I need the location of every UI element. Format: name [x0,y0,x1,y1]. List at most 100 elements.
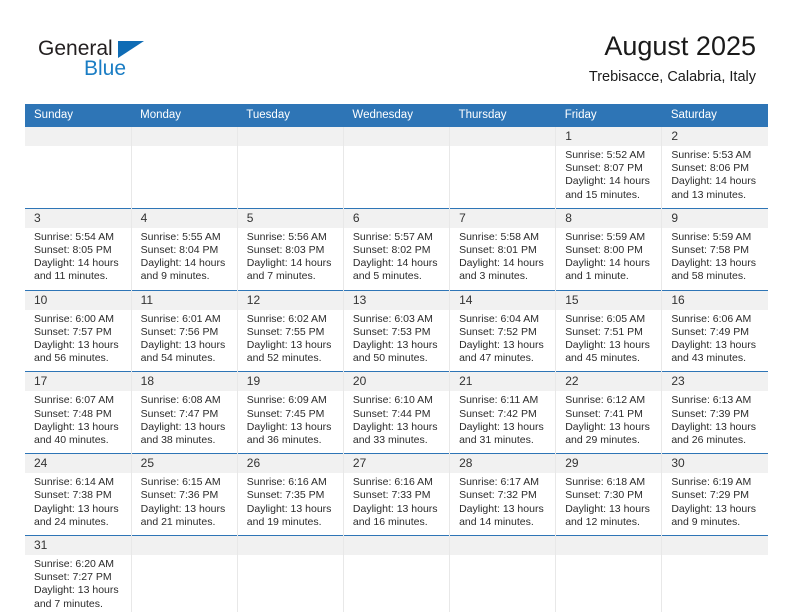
sunrise-time: Sunrise: 5:56 AM [246,230,327,243]
calendar-day-cell[interactable]: 16 Sunrise: 6:06 AM Sunset: 7:49 PM Dayligh… [661,289,768,372]
sunset-time: Sunset: 8:01 PM [459,244,537,257]
calendar-day-cell-empty [449,126,556,209]
sunrise-time: Sunrise: 6:18 AM [565,476,646,489]
calendar-day-cell[interactable]: 31 Sunrise: 6:20 AM Sunset: 7:27 PM Dayligh… [25,535,132,612]
day-sun-info: Sunrise: 5:59 AM Sunset: 7:58 PM Daylight:… [662,228,768,290]
calendar-day-cell[interactable]: 12 Sunrise: 6:02 AM Sunset: 7:55 PM Dayligh… [236,289,344,372]
calendar-day-cell[interactable]: 25 Sunrise: 6:15 AM Sunset: 7:36 PM Dayligh… [130,453,238,536]
daylight-duration: Daylight: 14 hours and 1 minute. [565,257,650,283]
sunrise-time: Sunrise: 5:54 AM [34,230,114,243]
day-number: 19 [237,372,343,392]
sunrise-sunset-calendar: Sunday Monday Tuesday Wednesday Thursday… [25,104,768,612]
calendar-day-cell[interactable]: 10 Sunrise: 6:00 AM Sunset: 7:57 PM Dayligh… [25,289,132,372]
day-number: 25 [131,454,237,474]
day-sun-info [344,146,449,193]
calendar-day-cell-empty [661,535,768,612]
calendar-day-cell[interactable]: 9 Sunrise: 5:59 AM Sunset: 7:58 PM Daylight… [661,207,768,291]
calendar-day-cell[interactable]: 24 Sunrise: 6:14 AM Sunset: 7:38 PM Dayligh… [25,453,132,536]
sunset-time: Sunset: 8:05 PM [34,244,112,257]
logo-text-blue: Blue [84,57,127,80]
calendar-day-cell[interactable]: 20 Sunrise: 6:10 AM Sunset: 7:44 PM Dayligh… [342,371,450,454]
calendar-day-cell[interactable]: 1 Sunrise: 5:52 AM Sunset: 8:07 PM Daylight… [555,126,662,209]
sunrise-time: Sunrise: 6:07 AM [34,394,114,407]
calendar-day-cell[interactable]: 18 Sunrise: 6:08 AM Sunset: 7:47 PM Dayligh… [130,371,238,454]
sunrise-time: Sunrise: 5:57 AM [352,230,433,243]
calendar-week-row: 3 Sunrise: 5:54 AM Sunset: 8:05 PM Daylight… [25,207,768,291]
calendar-day-cell[interactable]: 23 Sunrise: 6:13 AM Sunset: 7:39 PM Dayligh… [661,371,768,454]
sunrise-time: Sunrise: 6:12 AM [565,394,646,407]
sunset-time: Sunset: 7:49 PM [671,325,749,338]
sunrise-time: Sunrise: 5:59 AM [565,230,646,243]
day-sun-info: Sunrise: 5:56 AM Sunset: 8:03 PM Daylight:… [238,228,343,290]
title-block: August 2025 Trebisacce, Calabria, Italy [589,30,756,86]
calendar-day-cell[interactable]: 8 Sunrise: 5:59 AM Sunset: 8:00 PM Daylight… [555,207,662,291]
day-sun-info [556,555,661,602]
day-number: 30 [662,454,768,474]
day-number: 18 [131,372,237,392]
calendar-day-cell[interactable]: 3 Sunrise: 5:54 AM Sunset: 8:05 PM Daylight… [25,207,132,291]
calendar-day-cell[interactable]: 2 Sunrise: 5:53 AM Sunset: 8:06 PM Daylight… [661,126,768,209]
calendar-day-cell[interactable]: 7 Sunrise: 5:58 AM Sunset: 8:01 PM Daylight… [449,207,556,291]
calendar-day-cell[interactable]: 17 Sunrise: 6:07 AM Sunset: 7:48 PM Dayligh… [25,371,132,454]
day-number: 2 [662,127,768,146]
daylight-duration: Daylight: 13 hours and 33 minutes. [352,420,438,447]
general-blue-logo[interactable]: General Blue [38,38,188,84]
calendar-day-cell[interactable]: 21 Sunrise: 6:11 AM Sunset: 7:42 PM Dayligh… [449,371,556,454]
day-number: 4 [131,208,237,228]
sunset-time: Sunset: 7:56 PM [140,325,219,338]
daylight-duration: Daylight: 14 hours and 9 minutes. [140,257,226,283]
calendar-day-cell[interactable]: 14 Sunrise: 6:04 AM Sunset: 7:52 PM Dayligh… [449,289,556,372]
sunrise-time: Sunrise: 6:04 AM [459,312,540,325]
day-number: 9 [662,208,768,228]
weekday-header-tuesday: Tuesday [237,104,344,127]
calendar-day-cell[interactable]: 4 Sunrise: 5:55 AM Sunset: 8:04 PM Daylight… [130,207,238,291]
day-sun-info [662,555,768,602]
sunset-time: Sunset: 8:07 PM [565,162,643,175]
calendar-day-cell[interactable]: 30 Sunrise: 6:19 AM Sunset: 7:29 PM Dayligh… [661,453,768,536]
sunrise-time: Sunrise: 6:17 AM [459,476,540,489]
daylight-duration: Daylight: 13 hours and 21 minutes. [140,502,226,528]
calendar-day-cell[interactable]: 22 Sunrise: 6:12 AM Sunset: 7:41 PM Dayligh… [555,371,662,454]
daylight-duration: Daylight: 13 hours and 38 minutes. [140,420,226,447]
calendar-day-cell[interactable]: 26 Sunrise: 6:16 AM Sunset: 7:35 PM Dayligh… [236,453,344,536]
day-number: 6 [343,208,450,228]
day-number: 27 [343,454,450,474]
calendar-page: General Blue August 2025 Trebisacce, Cal… [0,0,792,612]
calendar-day-cell[interactable]: 6 Sunrise: 5:57 AM Sunset: 8:02 PM Daylight… [342,207,450,291]
calendar-day-cell[interactable]: 28 Sunrise: 6:17 AM Sunset: 7:32 PM Dayligh… [449,453,556,536]
calendar-day-cell[interactable]: 5 Sunrise: 5:56 AM Sunset: 8:03 PM Daylight… [236,207,344,291]
calendar-day-cell-empty [236,126,344,209]
day-sun-info [238,555,343,602]
day-sun-info: Sunrise: 6:05 AM Sunset: 7:51 PM Daylight:… [556,310,661,372]
sunset-time: Sunset: 7:42 PM [459,407,537,420]
calendar-day-cell[interactable]: 29 Sunrise: 6:18 AM Sunset: 7:30 PM Dayligh… [555,453,662,536]
day-sun-info: Sunrise: 6:10 AM Sunset: 7:44 PM Daylight:… [344,391,449,453]
day-sun-info: Sunrise: 5:55 AM Sunset: 8:04 PM Daylight:… [132,228,237,290]
day-number: 23 [662,372,768,392]
day-number [343,536,450,556]
calendar-day-cell-empty [449,535,556,612]
day-number: 26 [237,454,343,474]
sunrise-time: Sunrise: 5:59 AM [671,230,752,243]
day-sun-info: Sunrise: 6:12 AM Sunset: 7:41 PM Daylight:… [556,391,661,453]
calendar-day-cell[interactable]: 15 Sunrise: 6:05 AM Sunset: 7:51 PM Dayligh… [555,289,662,372]
calendar-day-cell[interactable]: 19 Sunrise: 6:09 AM Sunset: 7:45 PM Dayligh… [236,371,344,454]
sunset-time: Sunset: 7:27 PM [34,571,112,584]
day-number: 29 [556,454,662,474]
day-number: 11 [131,290,237,310]
calendar-day-cell[interactable]: 27 Sunrise: 6:16 AM Sunset: 7:33 PM Dayligh… [342,453,450,536]
day-sun-info: Sunrise: 6:15 AM Sunset: 7:36 PM Daylight:… [132,473,237,535]
day-sun-info: Sunrise: 6:00 AM Sunset: 7:57 PM Daylight:… [25,310,131,372]
sunset-time: Sunset: 7:52 PM [459,325,537,338]
calendar-week-row: 10 Sunrise: 6:00 AM Sunset: 7:57 PM Dayligh… [25,289,768,372]
daylight-duration: Daylight: 13 hours and 50 minutes. [352,339,438,365]
day-number: 7 [450,208,556,228]
day-number: 20 [343,372,450,392]
daylight-duration: Daylight: 13 hours and 47 minutes. [459,339,544,365]
calendar-day-cell[interactable]: 11 Sunrise: 6:01 AM Sunset: 7:56 PM Dayligh… [130,289,238,372]
calendar-day-cell-empty [342,535,450,612]
day-number: 8 [556,208,662,228]
day-sun-info: Sunrise: 5:57 AM Sunset: 8:02 PM Daylight:… [344,228,449,290]
calendar-day-cell[interactable]: 13 Sunrise: 6:03 AM Sunset: 7:53 PM Dayligh… [342,289,450,372]
day-sun-info: Sunrise: 5:59 AM Sunset: 8:00 PM Daylight:… [556,228,661,290]
